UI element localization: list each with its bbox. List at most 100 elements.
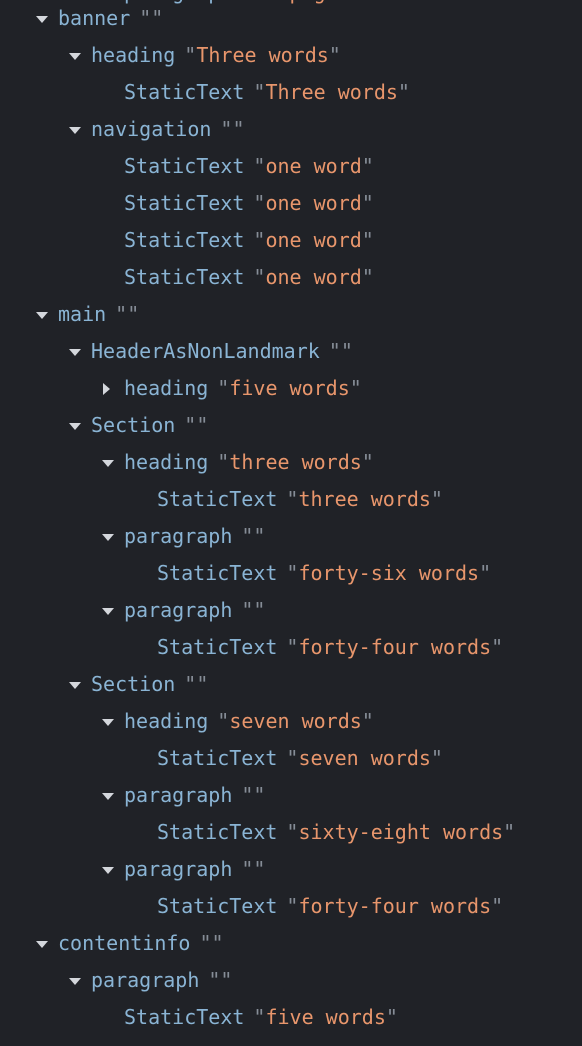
tree-row[interactable]: StaticText "one word" <box>0 185 582 222</box>
twisty-placeholder <box>102 222 114 259</box>
open-quote: " <box>253 154 266 178</box>
node-role: heading <box>91 43 176 67</box>
twisty-expanded-icon[interactable] <box>69 37 81 74</box>
close-quote: " <box>232 117 245 141</box>
node-role: paragraph <box>124 524 233 548</box>
tree-row[interactable]: navigation "" <box>0 111 582 148</box>
close-quote: " <box>196 413 209 437</box>
node-role: Section <box>91 672 176 696</box>
node-role: heading <box>124 709 209 733</box>
tree-row[interactable]: StaticText "forty-four words" <box>0 888 582 925</box>
twisty-placeholder <box>102 259 114 296</box>
close-quote: " <box>361 154 374 178</box>
tree-row[interactable]: Section "" <box>0 666 582 703</box>
tree-row[interactable]: heading "Three words" <box>0 37 582 74</box>
close-quote: " <box>430 487 443 511</box>
close-quote: " <box>397 80 410 104</box>
node-role: paragraph <box>124 598 233 622</box>
tree-row[interactable]: StaticText "Three words" <box>0 74 582 111</box>
node-role: heading <box>124 450 209 474</box>
node-value: one word <box>265 154 362 178</box>
node-role: StaticText <box>124 1005 245 1029</box>
open-quote: " <box>253 191 266 215</box>
node-value: forty-four words <box>298 635 492 659</box>
node-value: one word <box>265 228 362 252</box>
open-quote: " <box>184 43 197 67</box>
twisty-expanded-icon[interactable] <box>102 518 114 555</box>
twisty-expanded-icon[interactable] <box>36 296 48 333</box>
close-quote: " <box>361 191 374 215</box>
twisty-collapsed-icon[interactable] <box>102 370 114 407</box>
close-quote: " <box>328 43 341 67</box>
tree-row[interactable]: StaticText "sixty-eight words" <box>0 814 582 851</box>
tree-row[interactable]: heading "five words" <box>0 370 582 407</box>
tree-row[interactable]: paragraph "" <box>0 851 582 888</box>
twisty-expanded-icon[interactable] <box>102 592 114 629</box>
node-role: paragraph <box>124 857 233 881</box>
close-quote: " <box>361 265 374 289</box>
twisty-expanded-icon[interactable] <box>102 444 114 481</box>
open-quote: " <box>241 598 254 622</box>
tree-row[interactable]: StaticText "forty-six words" <box>0 555 582 592</box>
twisty-placeholder <box>135 814 147 851</box>
tree-row[interactable]: Section "" <box>0 407 582 444</box>
close-quote: " <box>253 524 266 548</box>
tree-row[interactable]: paragraph "" <box>0 777 582 814</box>
node-value: forty-six words <box>298 561 480 585</box>
close-quote: " <box>253 857 266 881</box>
tree-row[interactable]: paragraph "" <box>0 518 582 555</box>
close-quote: " <box>479 561 492 585</box>
tree-row[interactable]: HeaderAsNonLandmark "" <box>0 333 582 370</box>
tree-row[interactable]: StaticText "forty-four words" <box>0 629 582 666</box>
twisty-placeholder <box>135 888 147 925</box>
twisty-expanded-icon[interactable] <box>36 0 48 37</box>
node-role: paragraph <box>124 783 233 807</box>
twisty-expanded-icon[interactable] <box>69 111 81 148</box>
tree-row[interactable]: heading "three words" <box>0 444 582 481</box>
tree-row[interactable]: StaticText "one word" <box>0 259 582 296</box>
node-role: StaticText <box>157 820 278 844</box>
open-quote: " <box>217 376 230 400</box>
open-quote: " <box>286 561 299 585</box>
tree-row[interactable]: StaticText "one word" <box>0 148 582 185</box>
twisty-expanded-icon[interactable] <box>69 407 81 444</box>
open-quote: " <box>139 6 152 30</box>
accessibility-tree[interactable]: paragraphone page banner""heading"Three … <box>0 0 582 1046</box>
tree-row[interactable]: paragraph "" <box>0 592 582 629</box>
open-quote: " <box>286 746 299 770</box>
close-quote: " <box>430 746 443 770</box>
twisty-expanded-icon[interactable] <box>69 333 81 370</box>
twisty-expanded-icon[interactable] <box>69 962 81 999</box>
tree-row[interactable]: StaticText "five words" <box>0 999 582 1036</box>
twisty-expanded-icon[interactable] <box>102 703 114 740</box>
node-role: StaticText <box>124 265 245 289</box>
tree-row[interactable]: heading "seven words" <box>0 703 582 740</box>
tree-row[interactable]: main "" <box>0 296 582 333</box>
node-role: StaticText <box>157 635 278 659</box>
tree-row[interactable]: contentinfo "" <box>0 925 582 962</box>
node-role: StaticText <box>157 894 278 918</box>
open-quote: " <box>253 80 266 104</box>
twisty-expanded-icon[interactable] <box>102 851 114 888</box>
tree-row[interactable]: StaticText "one word" <box>0 222 582 259</box>
tree-row[interactable]: StaticText "seven words" <box>0 740 582 777</box>
twisty-expanded-icon[interactable] <box>36 925 48 962</box>
node-value: one word <box>265 191 362 215</box>
twisty-expanded-icon[interactable] <box>102 777 114 814</box>
twisty-expanded-icon[interactable] <box>69 666 81 703</box>
twisty-placeholder <box>102 148 114 185</box>
tree-row[interactable]: StaticText "three words" <box>0 481 582 518</box>
tree-row[interactable]: banner "" <box>0 0 582 37</box>
open-quote: " <box>115 302 128 326</box>
tree-row[interactable]: paragraph "" <box>0 962 582 999</box>
